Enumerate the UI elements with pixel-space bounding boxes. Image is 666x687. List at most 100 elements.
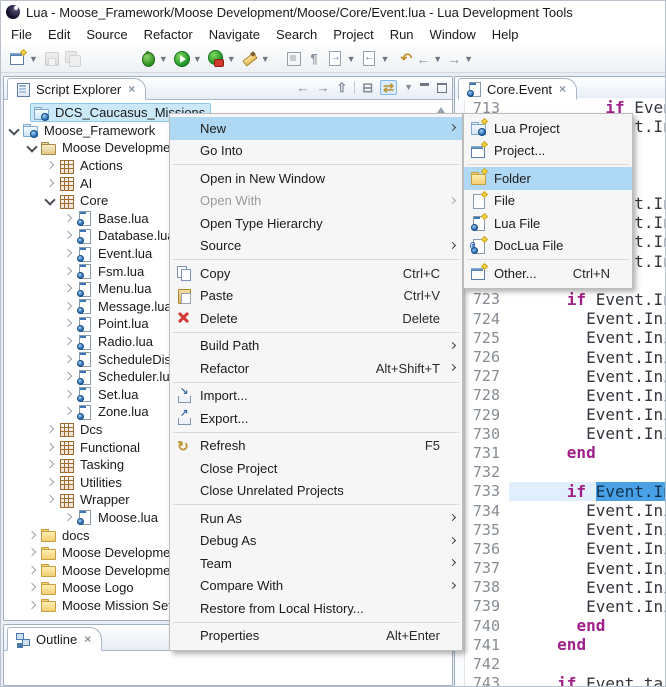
minimize-icon[interactable] bbox=[420, 83, 430, 92]
code-line-730[interactable]: 730 Event.IniTypeName = Event.IniDCSUnit… bbox=[455, 424, 666, 443]
tab-script-explorer[interactable]: Script Explorer × bbox=[7, 78, 146, 100]
menu-item-build-path[interactable]: Build Path bbox=[170, 335, 462, 358]
code-line-739[interactable]: 739 Event.IniTypeName = Event.IniDCSUnit… bbox=[455, 597, 666, 616]
view-menu-icon[interactable]: ▼ bbox=[404, 81, 413, 94]
link-with-editor-icon[interactable]: ⇄ bbox=[380, 80, 397, 95]
run-button[interactable] bbox=[171, 48, 192, 70]
code-line-731[interactable]: 731 end bbox=[455, 443, 666, 462]
up-icon[interactable]: ⇧ bbox=[336, 81, 347, 94]
chevron-right-icon[interactable] bbox=[61, 370, 74, 383]
submenu-item-other-[interactable]: Other...Ctrl+N bbox=[464, 262, 632, 285]
run-dropdown-icon[interactable]: ▼ bbox=[192, 54, 203, 64]
menu-item-team[interactable]: Team bbox=[170, 552, 462, 575]
menu-item-compare-with[interactable]: Compare With bbox=[170, 575, 462, 598]
code-line-742[interactable]: 742 bbox=[455, 654, 666, 673]
code-line-723[interactable]: 723 if Event.IniObjectCategory == Object… bbox=[455, 290, 666, 309]
menu-item-restore-from-local-history-[interactable]: Restore from Local History... bbox=[170, 597, 462, 620]
code-line-728[interactable]: 728 Event.IniCoalition = Event.IniDCSUni… bbox=[455, 386, 666, 405]
code-line-743[interactable]: 743 if Event.target then bbox=[455, 674, 666, 687]
code-line-735[interactable]: 735 Event.IniDCSUnitName = Event.IniDCSU… bbox=[455, 520, 666, 539]
chevron-down-icon[interactable] bbox=[25, 141, 38, 154]
next-annotation-dropdown-icon[interactable]: ▼ bbox=[346, 54, 357, 64]
show-whitespace-button[interactable]: ¶ bbox=[304, 48, 325, 70]
menubar-item-project[interactable]: Project bbox=[325, 25, 381, 44]
submenu-item-project-[interactable]: Project... bbox=[464, 140, 632, 163]
code-line-737[interactable]: 737 Event.IniCoalition = Event.IniDCSUni… bbox=[455, 559, 666, 578]
menu-item-copy[interactable]: CopyCtrl+C bbox=[170, 262, 462, 285]
menu-item-close-project[interactable]: Close Project bbox=[170, 457, 462, 480]
submenu-item-doclua-file[interactable]: @DocLua File bbox=[464, 235, 632, 258]
debug-dropdown-icon[interactable]: ▼ bbox=[158, 54, 169, 64]
code-line-733[interactable]: 733 if Event.IniObjectCategory == Object… bbox=[455, 482, 666, 501]
new-wizard-dropdown-icon[interactable]: ▼ bbox=[28, 54, 39, 64]
menu-item-new[interactable]: New bbox=[170, 117, 462, 140]
chevron-right-icon[interactable] bbox=[25, 564, 38, 577]
save-button[interactable] bbox=[41, 48, 62, 70]
chevron-right-icon[interactable] bbox=[61, 388, 74, 401]
chevron-right-icon[interactable] bbox=[43, 441, 56, 454]
chevron-right-icon[interactable] bbox=[25, 529, 38, 542]
external-tools-button[interactable] bbox=[239, 48, 260, 70]
chevron-right-icon[interactable] bbox=[61, 282, 74, 295]
chevron-right-icon[interactable] bbox=[25, 581, 38, 594]
chevron-right-icon[interactable] bbox=[61, 229, 74, 242]
forward-button[interactable]: → bbox=[445, 48, 463, 70]
mark-occurrences-button[interactable] bbox=[283, 48, 304, 70]
code-line-726[interactable]: 726 Event.IniUnitName = Event.IniDCSUnit… bbox=[455, 347, 666, 366]
menu-item-refactor[interactable]: RefactorAlt+Shift+T bbox=[170, 357, 462, 380]
back-dropdown-icon[interactable]: ▼ bbox=[432, 54, 443, 64]
code-line-740[interactable]: 740 end bbox=[455, 616, 666, 635]
previous-annotation-dropdown-icon[interactable]: ▼ bbox=[380, 54, 391, 64]
menu-item-export-[interactable]: Export... bbox=[170, 407, 462, 430]
code-line-729[interactable]: 729 Event.IniCategory = Event.IniDCSUnit… bbox=[455, 405, 666, 424]
menu-item-debug-as[interactable]: Debug As bbox=[170, 530, 462, 553]
code-line-732[interactable]: 732 bbox=[455, 463, 666, 482]
chevron-right-icon[interactable] bbox=[43, 493, 56, 506]
run-coverage-button[interactable] bbox=[205, 48, 226, 70]
chevron-right-icon[interactable] bbox=[43, 159, 56, 172]
collapse-all-icon[interactable]: ⊟ bbox=[362, 81, 373, 94]
external-tools-dropdown-icon[interactable]: ▼ bbox=[260, 54, 271, 64]
menu-item-properties[interactable]: PropertiesAlt+Enter bbox=[170, 625, 462, 648]
code-line-736[interactable]: 736 Event.IniUnitName = Event.IniDCSUnit… bbox=[455, 539, 666, 558]
forward-dropdown-icon[interactable]: ▼ bbox=[463, 54, 474, 64]
submenu-item-file[interactable]: File bbox=[464, 190, 632, 213]
code-line-734[interactable]: 734 Event.IniDCSUnit = Event.initiator bbox=[455, 501, 666, 520]
menu-item-delete[interactable]: DeleteDelete bbox=[170, 307, 462, 330]
chevron-right-icon[interactable] bbox=[43, 458, 56, 471]
code-line-738[interactable]: 738 Event.IniCategory = Event.IniDCSUnit… bbox=[455, 578, 666, 597]
debug-button[interactable] bbox=[137, 48, 158, 70]
menubar-item-edit[interactable]: Edit bbox=[40, 25, 78, 44]
menubar-item-help[interactable]: Help bbox=[484, 25, 527, 44]
save-all-button[interactable] bbox=[62, 48, 83, 70]
close-icon[interactable]: × bbox=[559, 82, 566, 96]
menu-item-run-as[interactable]: Run As bbox=[170, 507, 462, 530]
menu-item-open-in-new-window[interactable]: Open in New Window bbox=[170, 167, 462, 190]
code-line-725[interactable]: 725 Event.IniDCSUnitName = Event.IniDCSU… bbox=[455, 328, 666, 347]
run-coverage-dropdown-icon[interactable]: ▼ bbox=[226, 54, 237, 64]
menubar-item-source[interactable]: Source bbox=[78, 25, 135, 44]
maximize-icon[interactable] bbox=[437, 83, 447, 93]
chevron-right-icon[interactable] bbox=[43, 476, 56, 489]
menu-item-open-with[interactable]: Open With bbox=[170, 190, 462, 213]
previous-annotation-button[interactable] bbox=[359, 48, 380, 70]
new-wizard-button[interactable] bbox=[7, 48, 28, 70]
chevron-right-icon[interactable] bbox=[61, 247, 74, 260]
submenu-item-lua-project[interactable]: Lua Project bbox=[464, 117, 632, 140]
next-annotation-button[interactable] bbox=[325, 48, 346, 70]
menu-item-go-into[interactable]: Go Into bbox=[170, 140, 462, 163]
chevron-down-icon[interactable] bbox=[7, 124, 20, 137]
menu-item-close-unrelated-projects[interactable]: Close Unrelated Projects bbox=[170, 480, 462, 503]
menu-item-import-[interactable]: Import... bbox=[170, 385, 462, 408]
menu-item-open-type-hierarchy[interactable]: Open Type Hierarchy bbox=[170, 212, 462, 235]
chevron-down-icon[interactable] bbox=[43, 194, 56, 207]
chevron-right-icon[interactable] bbox=[61, 212, 74, 225]
menubar-item-run[interactable]: Run bbox=[382, 25, 422, 44]
menu-item-refresh[interactable]: RefreshF5 bbox=[170, 435, 462, 458]
forward-icon[interactable]: → bbox=[316, 81, 329, 94]
back-button[interactable]: ← bbox=[414, 48, 432, 70]
menubar-item-file[interactable]: File bbox=[3, 25, 40, 44]
tab-outline[interactable]: Outline × bbox=[7, 627, 102, 651]
chevron-right-icon[interactable] bbox=[25, 599, 38, 612]
chevron-right-icon[interactable] bbox=[43, 177, 56, 190]
